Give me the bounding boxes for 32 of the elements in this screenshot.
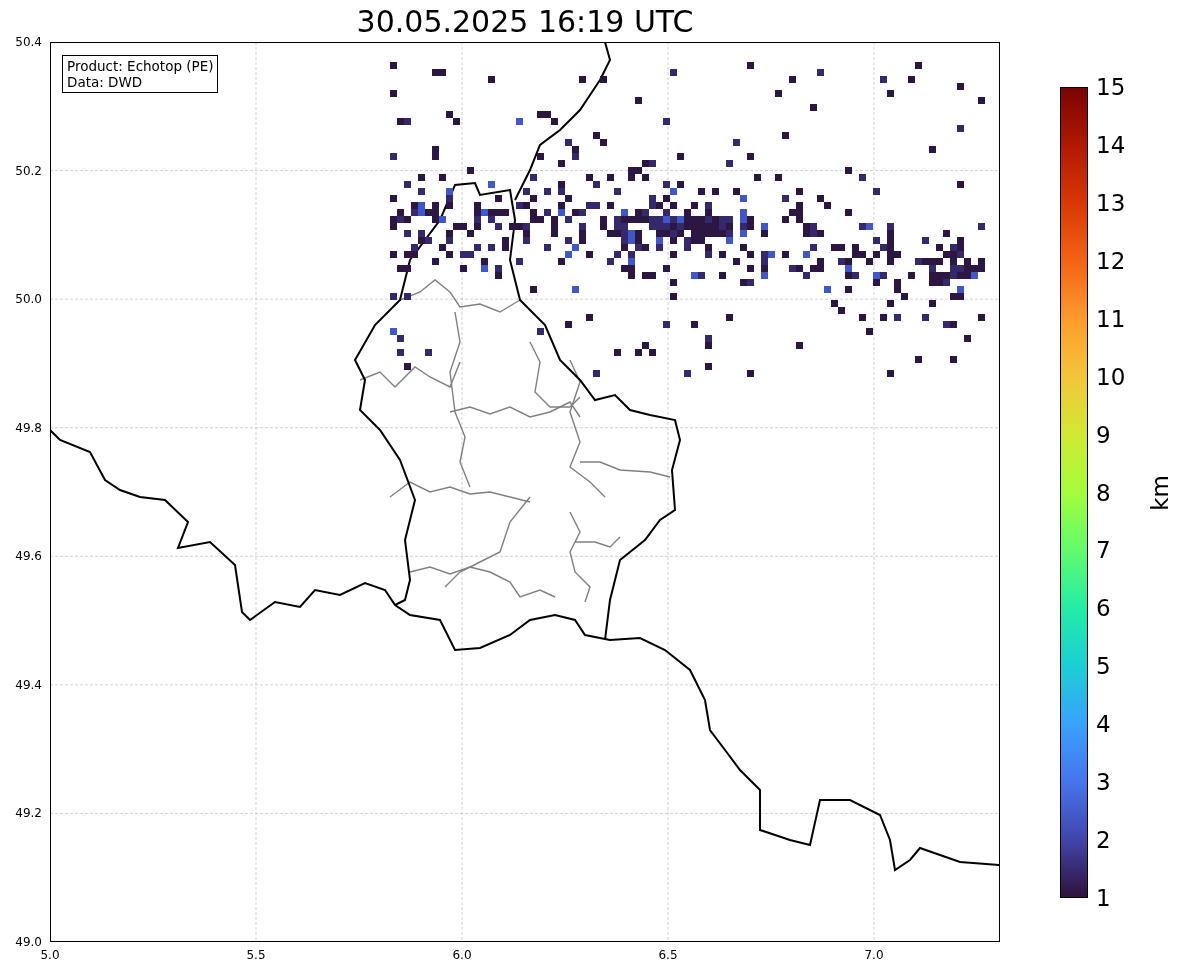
colorbar-tick-label: 7 (1096, 537, 1111, 564)
colorbar-tick-label: 9 (1096, 421, 1111, 448)
colorbar-tick-label: 8 (1096, 479, 1111, 506)
colorbar-tick-label: 13 (1096, 189, 1126, 216)
x-tick-label: 6.0 (452, 948, 472, 962)
colorbar-tick-label: 11 (1096, 305, 1126, 332)
colorbar-tick-label: 14 (1096, 131, 1126, 158)
colorbar-tick-label: 12 (1096, 247, 1126, 274)
y-tick-label: 49.0 (15, 935, 42, 949)
y-tick-label: 50.0 (15, 292, 42, 307)
y-tick-label: 49.8 (15, 420, 42, 435)
colorbar-tick-label: 3 (1096, 769, 1111, 796)
y-tick-label: 49.4 (15, 677, 42, 692)
x-tick-label: 5.5 (246, 948, 266, 962)
colorbar-tick-label: 1 (1096, 885, 1111, 911)
colorbar-tick-label: 2 (1096, 827, 1111, 854)
colorbar-tick-label: 10 (1096, 363, 1126, 390)
colorbar-tick-label: 6 (1096, 595, 1111, 622)
x-tick-label: 7.0 (864, 948, 884, 962)
y-tick-label: 50.2 (15, 163, 42, 178)
plot-title: 30.05.2025 16:19 UTC (355, 3, 695, 41)
legend-text: Product: Echotop (PE) (67, 58, 214, 74)
colorbar-tick-label: 5 (1096, 653, 1111, 680)
colorbar-tick-label: 15 (1096, 74, 1126, 100)
colorbar-tick-label: 4 (1096, 711, 1111, 738)
y-tick-label: 50.4 (15, 35, 42, 49)
legend-text: Data: DWD (67, 74, 144, 90)
x-tick-label: 6.5 (658, 948, 678, 962)
x-tick-label: 5.0 (40, 948, 60, 962)
y-tick-label: 49.2 (15, 806, 42, 821)
colorbar-label: km (1146, 475, 1173, 511)
y-tick-label: 49.6 (15, 549, 42, 564)
